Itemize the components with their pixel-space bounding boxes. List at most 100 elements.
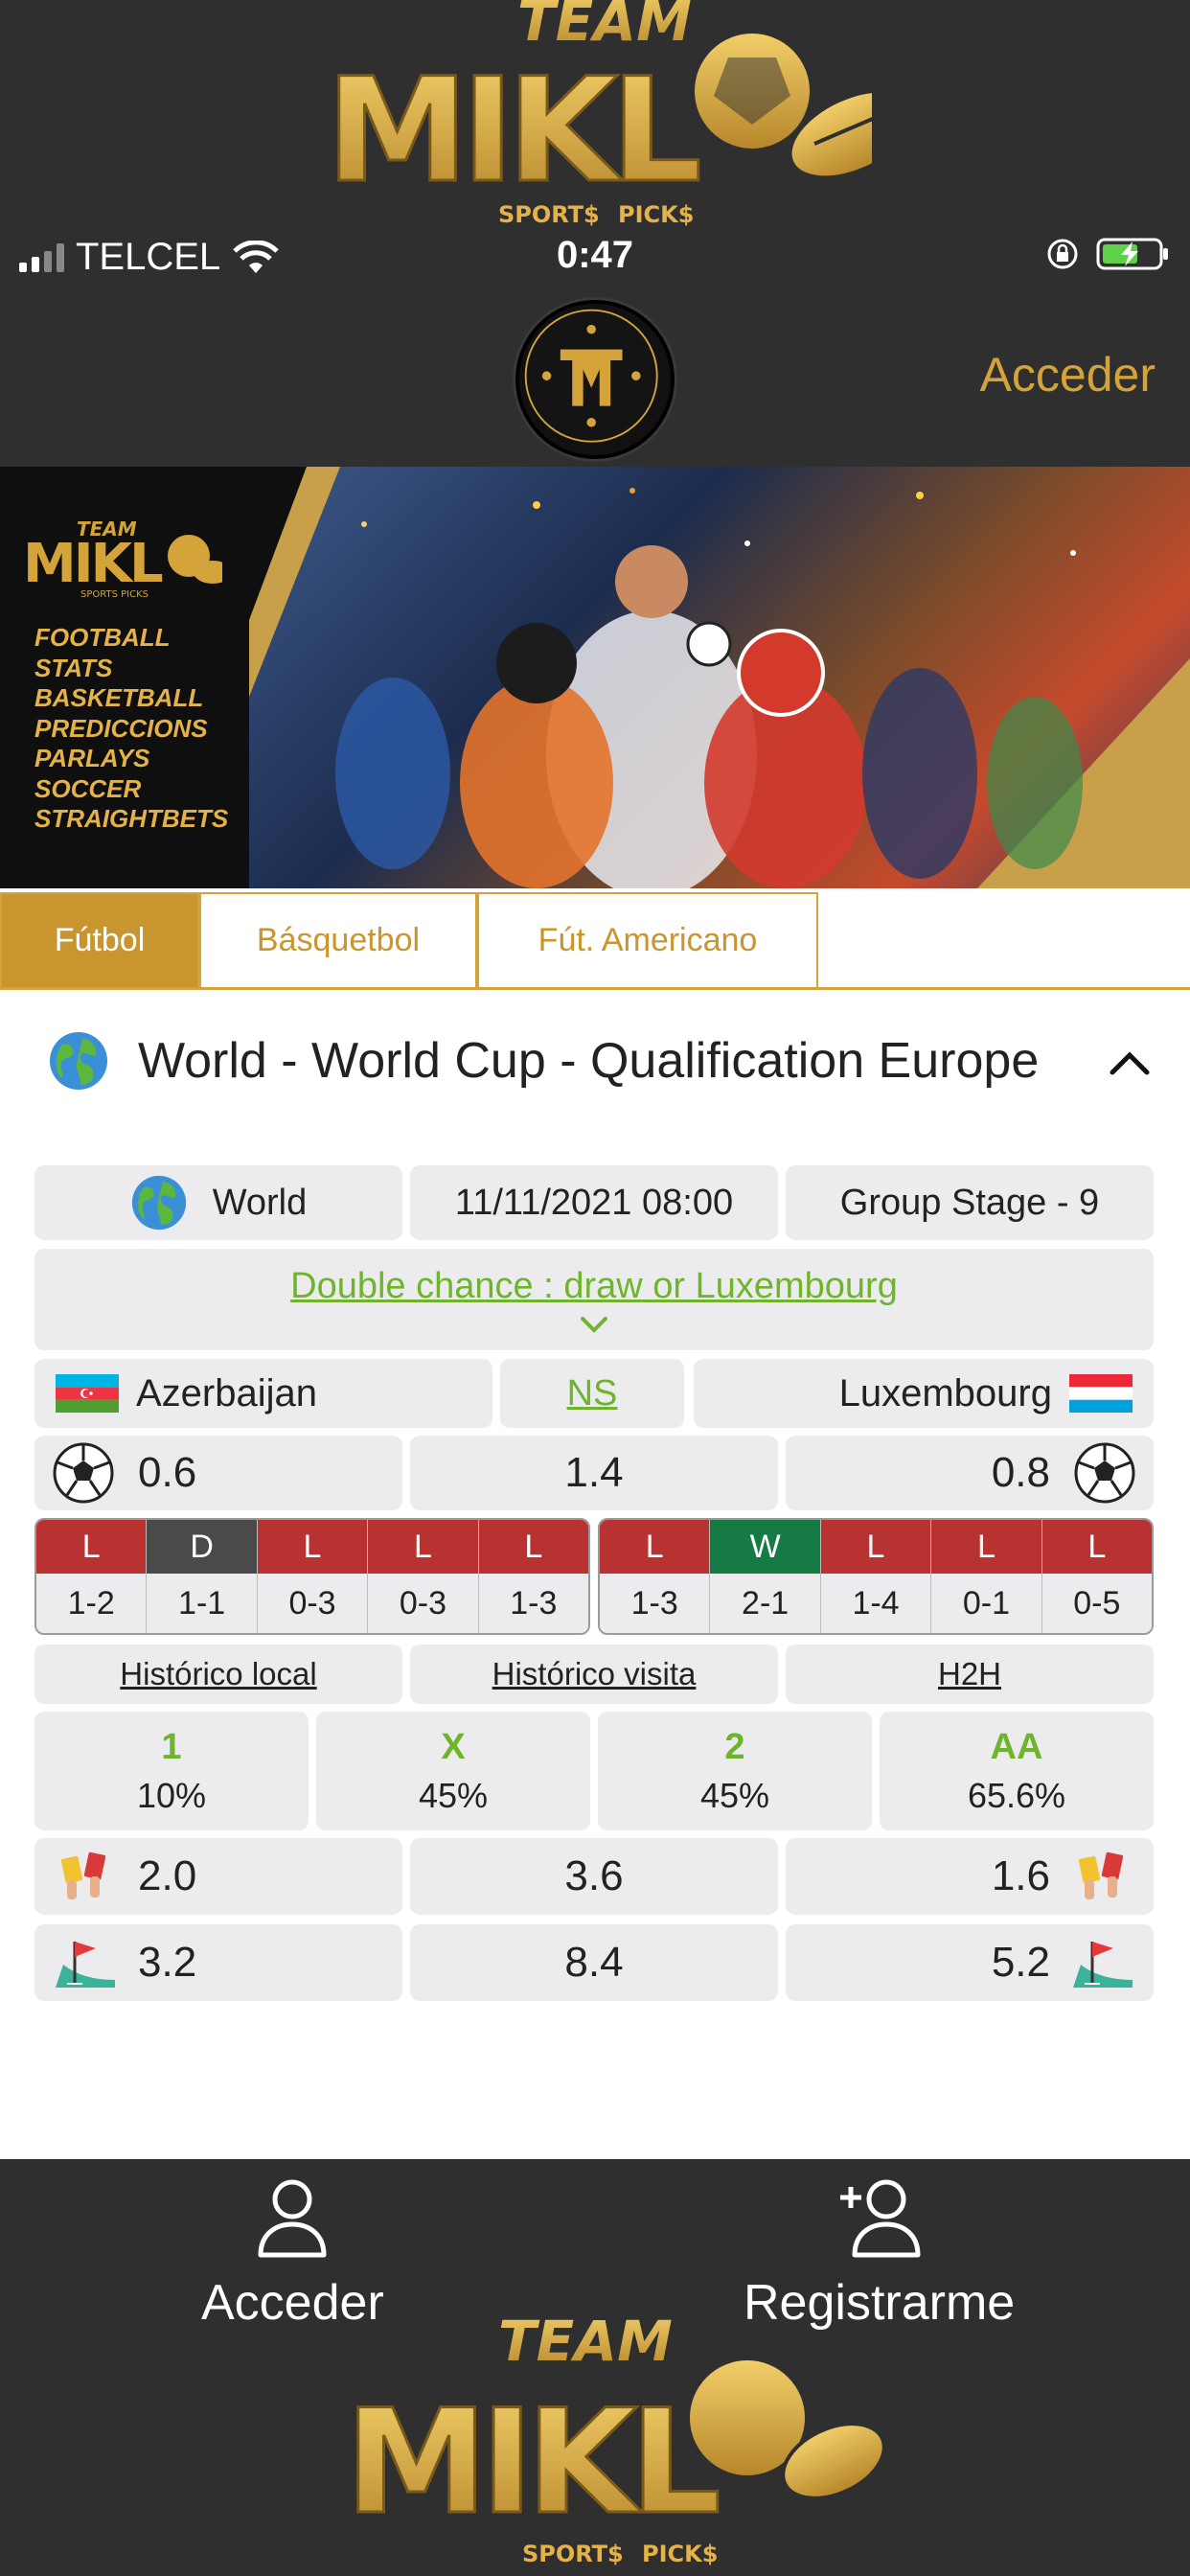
form-match: L 0-1 xyxy=(931,1520,1042,1633)
away-goals-cell: 0.8 xyxy=(786,1436,1154,1510)
globe-icon xyxy=(131,1175,186,1230)
form-result: L xyxy=(820,1520,931,1574)
banner-category: PARLAYS xyxy=(34,744,150,772)
total-goals-value: 1.4 xyxy=(410,1436,778,1510)
status-cell[interactable]: NS xyxy=(500,1359,684,1428)
form-score: 0-3 xyxy=(368,1574,478,1633)
clock: 0:47 xyxy=(556,234,634,276)
form-result: L xyxy=(1041,1520,1152,1574)
form-match: L 1-3 xyxy=(600,1520,711,1633)
prob-value: 65.6% xyxy=(967,1775,1066,1815)
add-user-icon xyxy=(839,2179,921,2258)
prob-both-score: AA 65.6% xyxy=(880,1712,1154,1830)
league-header[interactable]: World - World Cup - Qualification Europe xyxy=(0,1030,1190,1097)
home-goals-value: 0.6 xyxy=(138,1449,197,1496)
home-history-link[interactable]: Histórico local xyxy=(120,1656,316,1692)
away-cards-cell: 1.6 xyxy=(786,1838,1154,1915)
banner-category: BASKETBALL xyxy=(34,683,204,712)
form-score: 2-1 xyxy=(710,1574,820,1633)
prob-value: 10% xyxy=(136,1775,207,1815)
prob-label: X xyxy=(441,1726,466,1767)
soccer-ball-icon xyxy=(53,1442,114,1504)
form-score: 1-3 xyxy=(600,1574,710,1633)
form-score: 0-3 xyxy=(257,1574,368,1633)
home-form: L 1-2 D 1-1 L 0-3 L 0-3 L 1-3 xyxy=(34,1518,590,1635)
tab-futbol[interactable]: Fútbol xyxy=(0,892,199,987)
login-link[interactable]: Acceder xyxy=(980,347,1156,402)
banner-category: SOCCER xyxy=(34,773,142,803)
form-result: L xyxy=(478,1520,588,1574)
form-score: 1-4 xyxy=(820,1574,931,1633)
sport-tabs: Fútbol Básquetbol Fút. Americano xyxy=(0,892,1190,990)
h2h-cell[interactable]: H2H xyxy=(786,1644,1154,1704)
cards-icon xyxy=(60,1852,106,1899)
country-cell: World xyxy=(34,1165,402,1240)
status-right xyxy=(1046,236,1171,272)
home-cards-value: 2.0 xyxy=(138,1852,197,1899)
tab-futbol-americano[interactable]: Fút. Americano xyxy=(477,892,818,987)
prob-label: 2 xyxy=(724,1726,745,1767)
globe-icon xyxy=(50,1032,107,1090)
h2h-link[interactable]: H2H xyxy=(938,1656,1001,1692)
away-corners-value: 5.2 xyxy=(991,1939,1050,1986)
home-corners-value: 3.2 xyxy=(138,1939,197,1986)
match-round: Group Stage - 9 xyxy=(786,1165,1154,1240)
svg-text:SPORT$: SPORT$ xyxy=(522,2541,624,2567)
advice-cell[interactable]: Double chance : draw or Luxembourg xyxy=(34,1249,1154,1350)
form-match: L 1-4 xyxy=(820,1520,932,1633)
match-status-link[interactable]: NS xyxy=(567,1373,618,1414)
svg-text:TEAM: TEAM xyxy=(498,2309,673,2374)
banner-categories: FOOTBALL STATS BASKETBALL PREDICCIONS PA… xyxy=(34,623,228,835)
svg-text:SPORT$: SPORT$ xyxy=(498,201,600,228)
home-team-cell[interactable]: Azerbaijan xyxy=(34,1359,492,1428)
away-cards-value: 1.6 xyxy=(991,1852,1050,1899)
banner-category: STRAIGHTBETS xyxy=(34,804,229,833)
form-score: 0-1 xyxy=(931,1574,1041,1633)
form-result: L xyxy=(36,1520,147,1574)
rotation-lock-icon xyxy=(1047,239,1078,269)
home-corners-cell: 3.2 xyxy=(34,1924,402,2001)
app-logo[interactable] xyxy=(515,300,675,459)
form-match: L 0-3 xyxy=(368,1520,479,1633)
prob-value: 45% xyxy=(418,1775,489,1815)
away-team-cell[interactable]: Luxembourg xyxy=(694,1359,1154,1428)
banner-category: FOOTBALL xyxy=(34,623,171,652)
home-goals-cell: 0.6 xyxy=(34,1436,402,1510)
user-icon xyxy=(258,2179,327,2258)
advice-link[interactable]: Double chance : draw or Luxembourg xyxy=(290,1266,898,1307)
luxembourg-flag-icon xyxy=(1069,1374,1133,1413)
home-history-cell[interactable]: Histórico local xyxy=(34,1644,402,1704)
form-score: 1-3 xyxy=(478,1574,588,1633)
athletes-photo xyxy=(249,467,1190,888)
status-bar: TELCEL 0:47 xyxy=(0,230,1190,288)
form-result: W xyxy=(710,1520,820,1574)
chevron-down-icon[interactable] xyxy=(580,1315,608,1334)
form-score: 0-5 xyxy=(1041,1574,1152,1633)
banner-logo: TEAM MIKL SPORTS PICKS xyxy=(23,518,222,599)
brand-logo: TEAM MIKL SPORT$ PICK$ xyxy=(316,0,918,235)
form-score: 1-1 xyxy=(147,1574,257,1633)
form-score: 1-2 xyxy=(36,1574,147,1633)
home-team-name: Azerbaijan xyxy=(136,1371,318,1414)
form-result: D xyxy=(147,1520,257,1574)
form-result: L xyxy=(368,1520,478,1574)
svg-text:TEAM: TEAM xyxy=(517,0,692,54)
footer-brand-logo: TEAM MIKL SPORT$ PICK$ xyxy=(335,2303,891,2576)
total-cards-value: 3.6 xyxy=(410,1838,778,1915)
away-form: L 1-3 W 2-1 L 1-4 L 0-1 L 0-5 xyxy=(598,1518,1154,1635)
home-cards-cell: 2.0 xyxy=(34,1838,402,1915)
away-history-link[interactable]: Histórico visita xyxy=(492,1656,697,1692)
away-history-cell[interactable]: Histórico visita xyxy=(410,1644,778,1704)
chevron-up-icon[interactable] xyxy=(1108,1044,1152,1082)
svg-text:SPORTS PICKS: SPORTS PICKS xyxy=(80,589,149,599)
corner-flag-icon xyxy=(56,1942,115,1988)
corner-flag-icon xyxy=(1073,1942,1133,1988)
tab-basquetbol[interactable]: Básquetbol xyxy=(199,892,477,987)
league-title: World - World Cup - Qualification Europe xyxy=(138,1033,1040,1089)
promo-banner: TEAM MIKL SPORTS PICKS FOOTBALL STATS BA… xyxy=(0,467,1190,888)
form-match: W 2-1 xyxy=(710,1520,821,1633)
prob-label: AA xyxy=(990,1726,1043,1767)
form-match: L 0-5 xyxy=(1041,1520,1152,1633)
cards-icon xyxy=(1078,1852,1124,1899)
form-match: L 0-3 xyxy=(257,1520,369,1633)
